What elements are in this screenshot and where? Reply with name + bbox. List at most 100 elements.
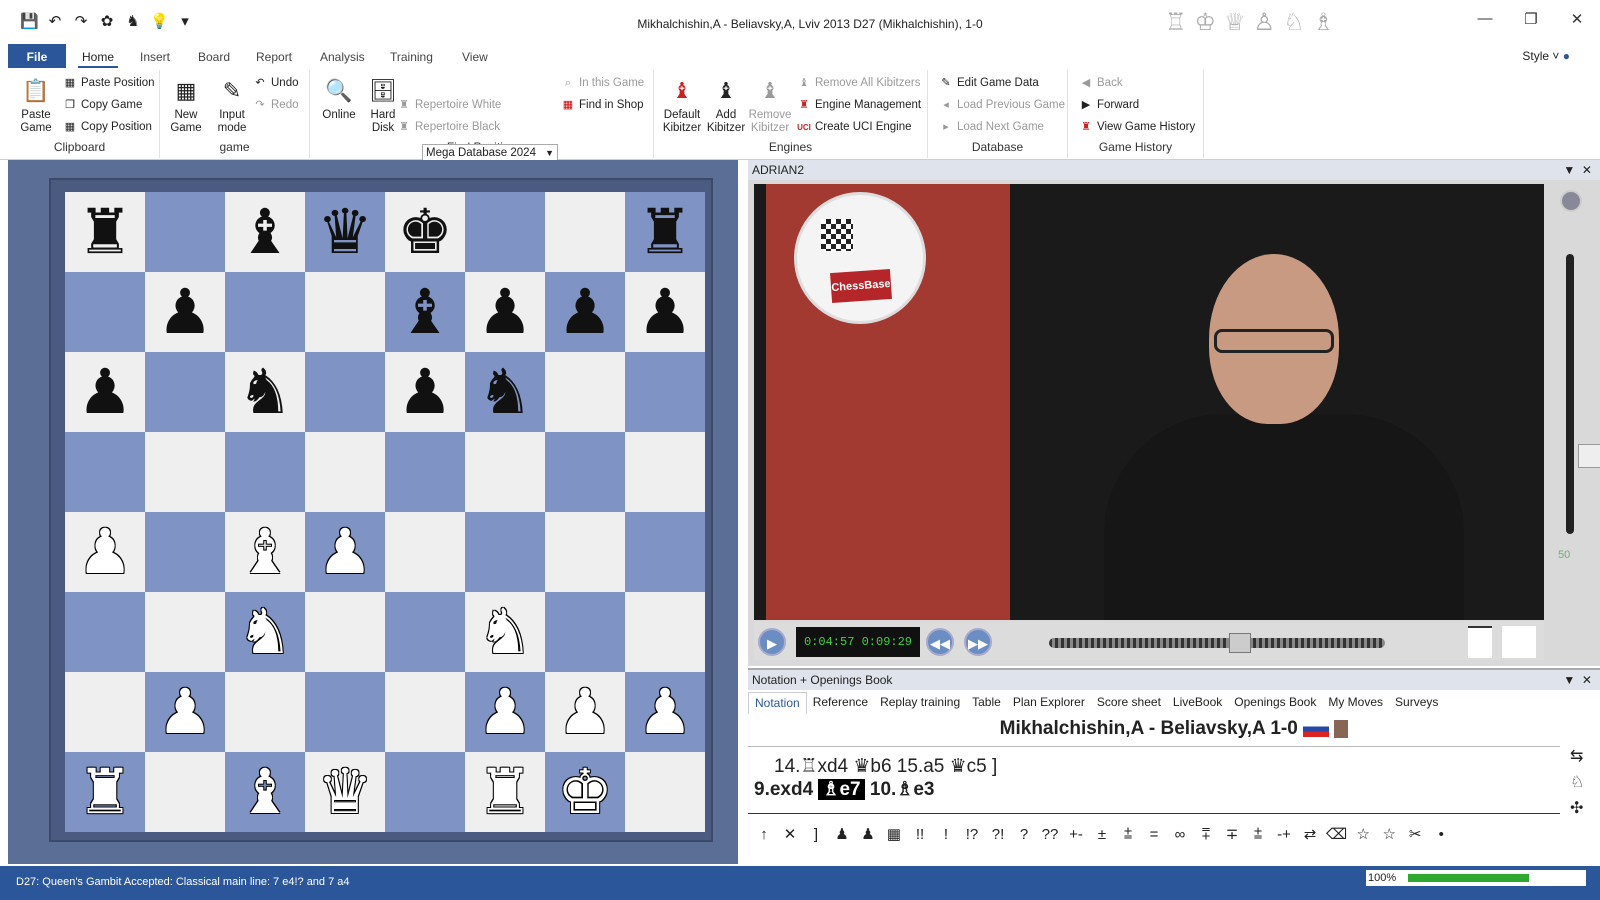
board-square[interactable]: ♚ [545, 752, 625, 832]
layout-piece-icons[interactable]: ♖ ♔ ♕ ♙ ♘ ♗ [1165, 8, 1334, 37]
white-pawn-icon[interactable]: ♟ [157, 681, 213, 743]
tab-score-sheet[interactable]: Score sheet [1091, 692, 1167, 714]
board-square[interactable]: ♟ [625, 672, 705, 752]
board-square[interactable]: ♟ [465, 272, 545, 352]
board-square[interactable] [545, 432, 625, 512]
board-square[interactable] [145, 592, 225, 672]
annotation-button[interactable]: ✕ [780, 825, 800, 843]
fullscreen-icon[interactable] [1502, 626, 1536, 658]
add-kibitzer-button[interactable]: ♝ Add Kibitzer [704, 76, 748, 135]
board-square[interactable]: ♝ [385, 272, 465, 352]
tab-my-moves[interactable]: My Moves [1322, 692, 1389, 714]
tab-view[interactable]: View [458, 48, 492, 66]
annotation-button[interactable]: !? [962, 826, 982, 843]
black-pawn-icon[interactable]: ♟ [557, 281, 613, 343]
speaker-icon[interactable] [1560, 190, 1582, 212]
board-square[interactable]: ♞ [225, 592, 305, 672]
tab-replay-training[interactable]: Replay training [874, 692, 966, 714]
style-menu[interactable]: Style ˅ ● [1522, 49, 1570, 63]
board-square[interactable] [625, 512, 705, 592]
board-square[interactable]: ♟ [625, 272, 705, 352]
board-square[interactable]: ♟ [65, 512, 145, 592]
board-square[interactable] [65, 432, 145, 512]
board-square[interactable]: ♟ [305, 512, 385, 592]
board-square[interactable]: ♞ [465, 592, 545, 672]
help-icon[interactable]: ● [1563, 49, 1570, 63]
back-button[interactable]: ◀ Back [1078, 74, 1123, 92]
board-square[interactable] [385, 432, 465, 512]
tab-insert[interactable]: Insert [136, 48, 174, 66]
annotation-button[interactable]: +- [1066, 826, 1086, 843]
panel-controls[interactable]: ▼ ✕ [1563, 160, 1592, 180]
board-square[interactable]: ♟ [145, 672, 225, 752]
black-bishop-icon[interactable]: ♝ [397, 281, 453, 343]
annotation-button[interactable]: ⩲ [1248, 826, 1268, 843]
annotation-button[interactable]: ] [806, 826, 826, 843]
white-rook-icon[interactable]: ♜ [77, 761, 133, 823]
forward-button[interactable]: ▶ Forward [1078, 96, 1139, 114]
annotation-button[interactable]: ♟ [858, 825, 878, 843]
board-square[interactable] [385, 512, 465, 592]
white-pawn-icon[interactable]: ♟ [477, 681, 533, 743]
black-pawn-icon[interactable]: ♟ [637, 281, 693, 343]
white-pawn-icon[interactable]: ♟ [557, 681, 613, 743]
panel-controls[interactable]: ▼ ✕ [1563, 670, 1592, 690]
board-square[interactable] [465, 512, 545, 592]
board-square[interactable] [145, 192, 225, 272]
black-bishop-icon[interactable]: ♝ [237, 201, 293, 263]
black-queen-icon[interactable]: ♛ [317, 201, 373, 263]
tab-plan-explorer[interactable]: Plan Explorer [1007, 692, 1091, 714]
tab-livebook[interactable]: LiveBook [1167, 692, 1228, 714]
board-square[interactable] [225, 432, 305, 512]
board-square[interactable] [305, 272, 385, 352]
quick-access-icon[interactable]: ♞ [124, 12, 142, 30]
quick-access-icon[interactable]: 💾 [20, 12, 39, 30]
board-square[interactable] [145, 352, 225, 432]
annotation-button[interactable]: ☆ [1353, 825, 1373, 843]
tab-openings-book[interactable]: Openings Book [1228, 692, 1322, 714]
white-pawn-icon[interactable]: ♟ [317, 521, 373, 583]
close-button[interactable]: ✕ [1554, 10, 1600, 28]
restore-button[interactable]: ❐ [1508, 10, 1554, 28]
annotation-button[interactable]: ♟ [832, 825, 852, 843]
player-photo[interactable] [1334, 719, 1349, 738]
seek-thumb[interactable] [1229, 633, 1251, 653]
board-square[interactable]: ♜ [65, 192, 145, 272]
board-square[interactable] [625, 752, 705, 832]
rewind-button[interactable]: ◀◀ [926, 628, 954, 656]
tab-report[interactable]: Report [252, 48, 296, 66]
load-next-game-button[interactable]: ▸ Load Next Game [938, 118, 1044, 136]
repertoire-black-button[interactable]: ♜ Repertoire Black [396, 118, 500, 136]
board-square[interactable] [545, 192, 625, 272]
annotation-button[interactable]: ?! [988, 826, 1008, 843]
remove-all-kibitzers-button[interactable]: ♝ Remove All Kibitzers [796, 74, 920, 92]
annotation-button[interactable]: = [1144, 826, 1164, 843]
board-square[interactable] [545, 352, 625, 432]
view-game-history-button[interactable]: ♜ View Game History [1078, 118, 1195, 136]
board-square[interactable] [625, 352, 705, 432]
black-pawn-icon[interactable]: ♟ [157, 281, 213, 343]
tab-reference[interactable]: Reference [807, 692, 874, 714]
paste-game-button[interactable]: 📋 Paste Game [14, 76, 58, 135]
create-uci-engine-button[interactable]: UCI Create UCI Engine [796, 118, 911, 136]
copy-game-button[interactable]: ❐ Copy Game [62, 96, 142, 114]
annotation-button[interactable]: ⩲ [1118, 826, 1138, 843]
annotation-button[interactable]: ⇄ [1300, 825, 1320, 843]
board-square[interactable] [145, 512, 225, 592]
tab-training[interactable]: Training [386, 48, 437, 66]
board-square[interactable] [65, 272, 145, 352]
black-knight-icon[interactable]: ♞ [237, 361, 293, 423]
white-knight-icon[interactable]: ♞ [237, 601, 293, 663]
input-mode-button[interactable]: ✎ Input mode [210, 76, 254, 135]
current-move[interactable]: ♗e7 [818, 779, 865, 800]
board-square[interactable]: ♟ [385, 352, 465, 432]
window-mode-icon[interactable] [1468, 626, 1492, 658]
board-square[interactable]: ♚ [385, 192, 465, 272]
annotation-button[interactable]: ⩱ [1196, 826, 1216, 843]
annotation-button[interactable]: ⌫ [1326, 825, 1347, 843]
board-square[interactable]: ♟ [465, 672, 545, 752]
quick-access-icon[interactable]: ✿ [98, 12, 116, 30]
board-square[interactable] [305, 352, 385, 432]
board-square[interactable] [465, 192, 545, 272]
annotation-button[interactable]: -+ [1274, 826, 1294, 843]
